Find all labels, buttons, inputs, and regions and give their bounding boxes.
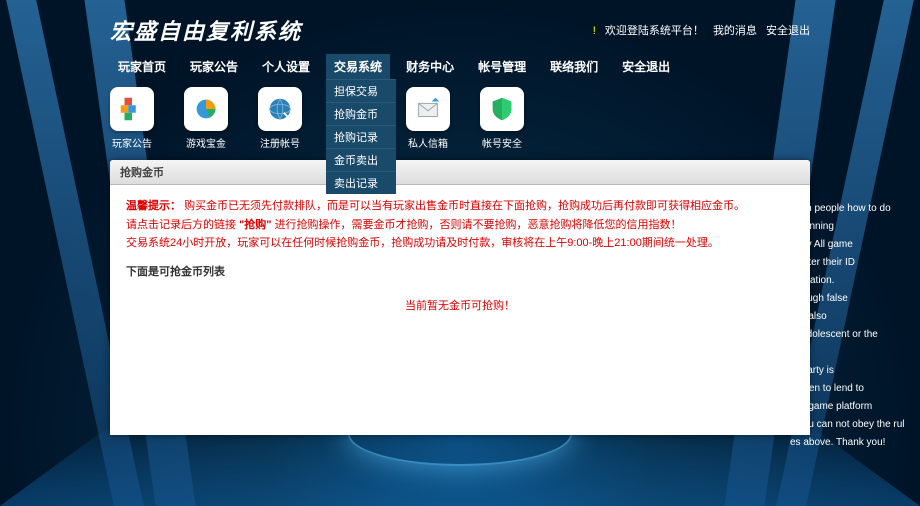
- dropdown-item-1[interactable]: 抢购金币: [326, 102, 396, 125]
- panel-title: 抢购金币: [110, 160, 810, 185]
- shield-icon: [480, 87, 524, 131]
- nav-item-2[interactable]: 个人设置: [254, 54, 318, 79]
- warn-line1: 购买金币已无须先付款排队，而是可以当有玩家出售金币时直接在下面抢购，抢购成功后再…: [184, 200, 745, 212]
- nav-item-6[interactable]: 联络我们: [542, 54, 606, 79]
- warn-label: 温馨提示：: [126, 200, 181, 212]
- dropdown-item-0[interactable]: 担保交易: [326, 79, 396, 102]
- main-nav: 玩家首页玩家公告个人设置交易系统担保交易抢购金币抢购记录金币卖出卖出记录财务中心…: [110, 54, 810, 79]
- warn-keyword: "抢购": [239, 219, 271, 231]
- empty-message: 当前暂无金币可抢购！: [126, 297, 794, 313]
- nav-item-0[interactable]: 玩家首页: [110, 54, 174, 79]
- shortcut-label: 游戏宝金: [184, 135, 228, 150]
- warn-line2c: 进行抢购操作，需要金币才抢购，否则请不要抢购，恶意抢购将降低您的信用指数！: [275, 219, 682, 231]
- dropdown-item-3[interactable]: 金币卖出: [326, 148, 396, 171]
- side-english-text: each people how to doal runningpany All …: [790, 200, 910, 452]
- nav-item-3[interactable]: 交易系统担保交易抢购金币抢购记录金币卖出卖出记录: [326, 54, 390, 79]
- shortcut-label: 私人信箱: [406, 135, 450, 150]
- nav-item-4[interactable]: 财务中心: [398, 54, 462, 79]
- icon-row: 玩家公告游戏宝金注册帐号帐号管理私人信箱帐号安全: [110, 87, 810, 150]
- nav-item-5[interactable]: 帐号管理: [470, 54, 534, 79]
- shortcut-2[interactable]: 注册帐号: [258, 87, 302, 150]
- top-links: ! 欢迎登陆系统平台！ 我的消息 安全退出: [587, 22, 810, 38]
- shortcut-1[interactable]: 游戏宝金: [184, 87, 228, 150]
- nav-item-7[interactable]: 安全退出: [614, 54, 678, 79]
- warn-line2a: 请点击记录后方的链接: [126, 219, 236, 231]
- shortcut-0[interactable]: 玩家公告: [110, 87, 154, 150]
- pie-icon: [184, 87, 228, 131]
- warn-line3: 交易系统24小时开放，玩家可以在任何时候抢购金币，抢购成功请及时付款，审核将在上…: [126, 237, 719, 249]
- dropdown-item-4[interactable]: 卖出记录: [326, 171, 396, 194]
- site-title: 宏盛自由复利系统: [110, 14, 302, 46]
- main-panel: 抢购金币 温馨提示： 购买金币已无须先付款排队，而是可以当有玩家出售金币时直接在…: [110, 160, 810, 435]
- shortcut-4[interactable]: 私人信箱: [406, 87, 450, 150]
- list-subheader: 下面是可抢金币列表: [126, 263, 794, 279]
- login-status: 欢迎登陆系统平台！: [605, 25, 704, 37]
- shortcut-label: 帐号安全: [480, 135, 524, 150]
- globe-icon: [258, 87, 302, 131]
- shortcut-label: 玩家公告: [110, 135, 154, 150]
- warning-block: 温馨提示： 购买金币已无须先付款排队，而是可以当有玩家出售金币时直接在下面抢购，…: [126, 197, 794, 253]
- cubes-icon: [110, 87, 154, 131]
- safe-exit-link[interactable]: 安全退出: [766, 25, 810, 37]
- mail-icon: [406, 87, 450, 131]
- excl-icon: !: [593, 25, 596, 37]
- dropdown-item-2[interactable]: 抢购记录: [326, 125, 396, 148]
- shortcut-5[interactable]: 帐号安全: [480, 87, 524, 150]
- nav-item-1[interactable]: 玩家公告: [182, 54, 246, 79]
- shortcut-label: 注册帐号: [258, 135, 302, 150]
- my-messages-link[interactable]: 我的消息: [713, 25, 757, 37]
